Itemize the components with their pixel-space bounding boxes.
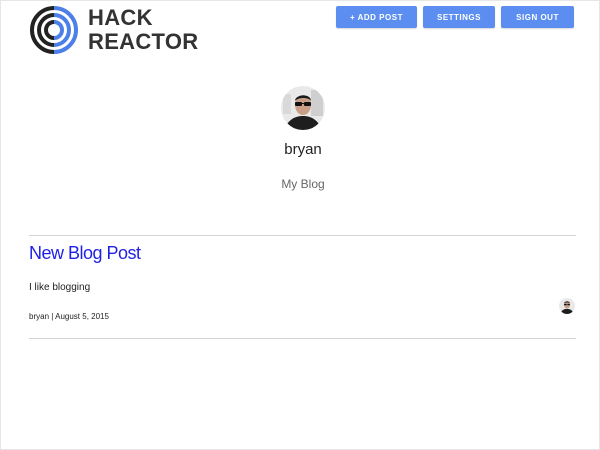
- logo-line-1: HACK: [88, 5, 153, 30]
- top-nav: + ADD POST SETTINGS SIGN OUT: [336, 6, 574, 28]
- sign-out-button[interactable]: SIGN OUT: [501, 6, 574, 28]
- post-author[interactable]: bryan: [29, 312, 49, 321]
- hack-reactor-logo-icon: [30, 6, 78, 54]
- post-author-avatar-image: [559, 298, 575, 314]
- logo-wordmark: HACK REACTOR: [88, 6, 198, 54]
- post-title-link[interactable]: New Blog Post: [29, 243, 141, 264]
- profile-username: bryan: [284, 141, 322, 158]
- blog-title: My Blog: [281, 177, 325, 191]
- post-body: I like blogging: [29, 282, 91, 293]
- divider: [29, 338, 576, 339]
- page-frame: [0, 0, 600, 450]
- settings-button[interactable]: SETTINGS: [423, 6, 495, 28]
- profile-avatar-image: [281, 86, 325, 130]
- add-post-button[interactable]: + ADD POST: [336, 6, 417, 28]
- header: HACK REACTOR + ADD POST SETTINGS SIGN OU…: [0, 0, 600, 60]
- divider: [29, 235, 576, 236]
- logo-line-2: REACTOR: [88, 29, 199, 54]
- post-date: August 5, 2015: [55, 312, 109, 321]
- post-meta: bryan | August 5, 2015: [29, 312, 109, 321]
- post-author-avatar[interactable]: [559, 298, 575, 314]
- profile-avatar[interactable]: [281, 86, 325, 130]
- hack-reactor-logo[interactable]: HACK REACTOR: [29, 5, 198, 55]
